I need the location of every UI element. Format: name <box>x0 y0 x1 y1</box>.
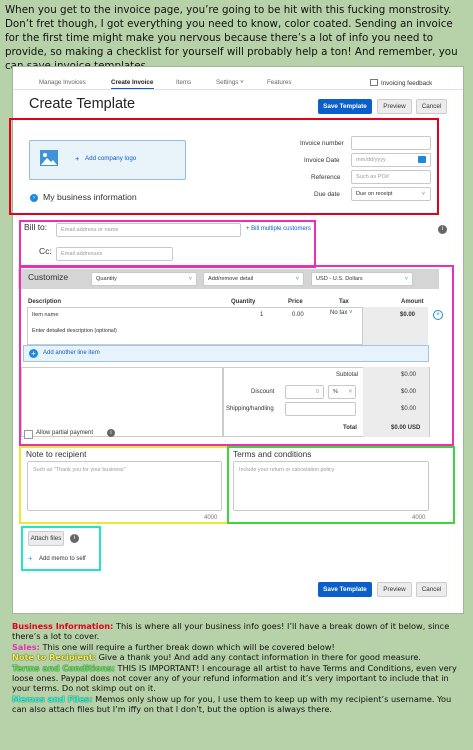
footer-cancel-button[interactable]: Cancel <box>416 582 447 597</box>
footer-save-template-button[interactable]: Save Template <box>318 582 372 597</box>
legend-memos: Memos and Files: Memos only show up for … <box>12 694 464 715</box>
sales-highlight-main <box>19 265 454 446</box>
feedback-link[interactable]: Invoicing feedback <box>370 79 432 87</box>
nav-items[interactable]: Items <box>176 79 191 86</box>
nav-settings-label: Settings <box>216 79 239 86</box>
legend-terms-key: Terms and Conditions: <box>12 662 115 673</box>
note-highlight <box>19 446 229 524</box>
save-template-button[interactable]: Save Template <box>318 99 372 114</box>
intro-text: When you get to the invoice page, you’re… <box>5 4 458 72</box>
legend-business: Business Information: This is where all … <box>12 621 464 642</box>
legend-note-key: Note to Recipient: <box>12 652 96 663</box>
page-title: Create Template <box>29 96 136 112</box>
footer-preview-button[interactable]: Preview <box>377 582 412 597</box>
legend-note-text: Give a thank you! And add any contact in… <box>98 652 422 663</box>
legend-note: Note to Recipient: Give a thank you! And… <box>12 652 464 662</box>
business-info-highlight <box>9 118 439 215</box>
feedback-label: Invoicing feedback <box>381 80 433 87</box>
chevron-down-icon: ˅ <box>240 79 244 86</box>
legend-sales-key: Sales: <box>12 641 40 652</box>
invoice-panel: Manage Invoices Create Invoice Items Set… <box>9 66 464 614</box>
info-icon[interactable]: i <box>438 225 447 234</box>
legend-memos-key: Memos and Files: <box>12 693 93 704</box>
legend-terms: Terms and Conditions: THIS IS IMPORTANT!… <box>12 663 464 694</box>
feedback-icon <box>370 79 378 86</box>
legend: Business Information: This is where all … <box>12 621 464 715</box>
nav-features[interactable]: Features <box>267 79 291 86</box>
terms-highlight <box>227 446 455 524</box>
memo-highlight <box>21 526 101 571</box>
preview-button[interactable]: Preview <box>377 99 412 114</box>
nav-settings[interactable]: Settings ˅ <box>216 79 244 86</box>
cancel-button[interactable]: Cancel <box>416 99 447 114</box>
sales-highlight-top <box>19 220 316 268</box>
nav-manage-invoices[interactable]: Manage Invoices <box>39 79 86 86</box>
legend-sales-text: This one will require a further break do… <box>42 641 335 652</box>
nav-divider <box>13 89 463 90</box>
legend-business-key: Business Information: <box>12 621 114 631</box>
legend-sales: Sales: This one will require a further b… <box>12 642 464 652</box>
nav-create-invoice[interactable]: Create Invoice <box>111 79 153 86</box>
